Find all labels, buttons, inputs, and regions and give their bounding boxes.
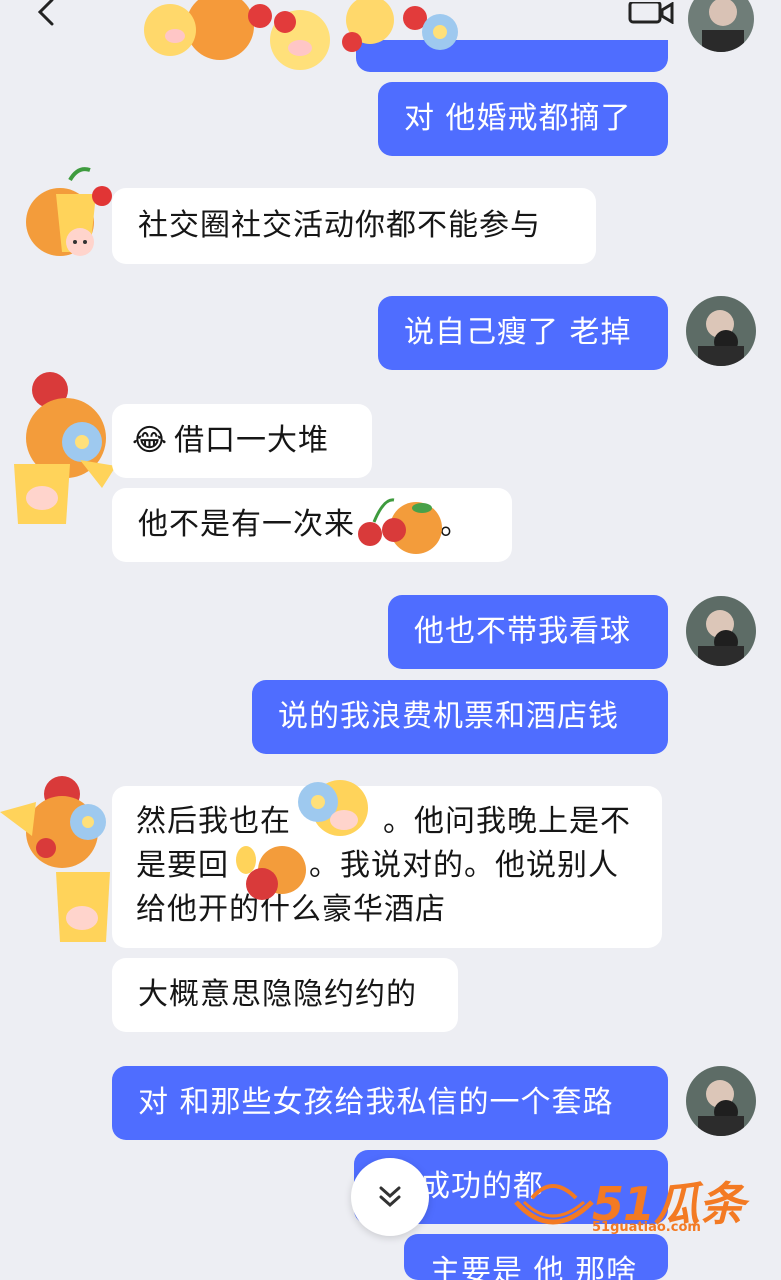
message-text: 。我说对的。他说别人 [309, 848, 619, 883]
message-bubble-incoming: 他不是有一次来 吗。 [112, 488, 512, 562]
message-text: 。他问我晚上是不 [383, 804, 631, 839]
message-bubble-outgoing: 对 他婚戒都摘了 [378, 82, 668, 156]
message-bubble-outgoing: 主要是 他 那啥 [404, 1234, 668, 1280]
my-avatar[interactable] [688, 0, 754, 52]
contact-avatar-fruit[interactable] [10, 368, 120, 528]
message-text: 社交圈社交活动你都不能参与 [138, 208, 541, 243]
message-text: 对 他婚戒都摘了 [404, 101, 632, 136]
message-text: 大概意思隐隐约约的 [138, 977, 417, 1012]
chevron-left-icon[interactable] [32, 0, 62, 28]
message-bubble-incoming: 然后我也在 。他问我晚上是不 是要回 。我说对的。他说别人 给他开的什么豪华酒店 [112, 786, 662, 948]
message-bubble-incoming: 😂 借口一大堆 [112, 404, 372, 478]
message-text: 主要是 他 那啥 [430, 1254, 638, 1280]
message-bubble-incoming: 大概意思隐隐约约的 [112, 958, 458, 1032]
my-avatar[interactable] [686, 1066, 756, 1136]
message-text: 说自己瘦了 老掉 [404, 315, 632, 350]
my-avatar[interactable] [686, 296, 756, 366]
message-text: 他不是有一次来 [138, 507, 355, 542]
watermark-melon-icon [514, 1184, 594, 1225]
double-chevron-down-icon [379, 1186, 401, 1208]
contact-avatar-fruit[interactable] [0, 772, 120, 948]
message-text: 然后我也在 [136, 804, 291, 839]
message-bubble-outgoing: 他也不带我看球 [388, 595, 668, 669]
contact-avatar-fruit[interactable] [20, 160, 112, 264]
fruit-sticker-decoration [358, 498, 442, 554]
watermark-url: 51guatiao.com [592, 1220, 701, 1235]
message-text: 他也不带我看球 [414, 614, 631, 649]
video-camera-icon[interactable] [628, 2, 674, 24]
message-bubble-outgoing: 说的我浪费机票和酒店钱 [252, 680, 668, 754]
message-text: 是要回 [136, 848, 229, 883]
fruit-sticker-decoration [144, 0, 458, 70]
message-text: 借口一大堆 [174, 423, 330, 458]
fruit-sticker-decoration [298, 780, 368, 836]
my-avatar[interactable] [686, 596, 756, 666]
fruit-sticker-decoration [236, 846, 306, 900]
message-bubble-outgoing: 说自己瘦了 老掉 [378, 296, 668, 370]
scroll-to-bottom-button[interactable] [351, 1158, 429, 1236]
message-bubble-outgoing: 对 和那些女孩给我私信的一个套路 [112, 1066, 668, 1140]
message-text: 对 和那些女孩给我私信的一个套路 [138, 1085, 614, 1120]
watermark-logo: 51瓜条 51guatiao.com [512, 1166, 762, 1240]
laughing-emoji-icon: 😂 [132, 423, 169, 458]
message-text: 说的我浪费机票和酒店钱 [278, 699, 619, 734]
message-bubble-incoming: 社交圈社交活动你都不能参与 [112, 188, 596, 264]
